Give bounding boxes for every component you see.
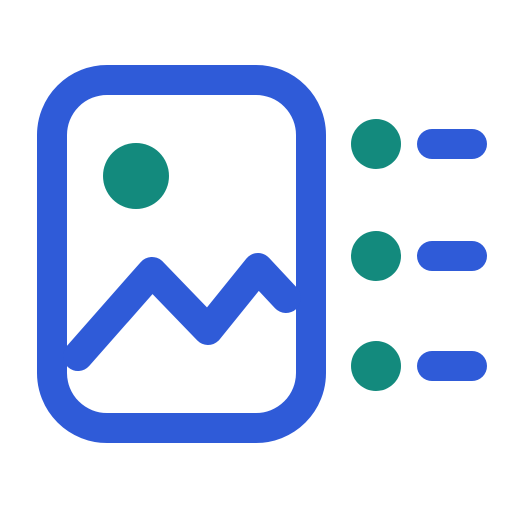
icon-canvas bbox=[0, 0, 512, 512]
list-bullet-icon bbox=[351, 341, 401, 391]
list-bullet-icon bbox=[351, 119, 401, 169]
sun-icon bbox=[103, 143, 169, 209]
image-list-icon bbox=[37, 65, 487, 443]
mountain-icon bbox=[63, 253, 301, 371]
photo-frame-icon bbox=[37, 65, 326, 443]
list-bullet-icon bbox=[351, 231, 401, 281]
list-items bbox=[351, 119, 487, 391]
